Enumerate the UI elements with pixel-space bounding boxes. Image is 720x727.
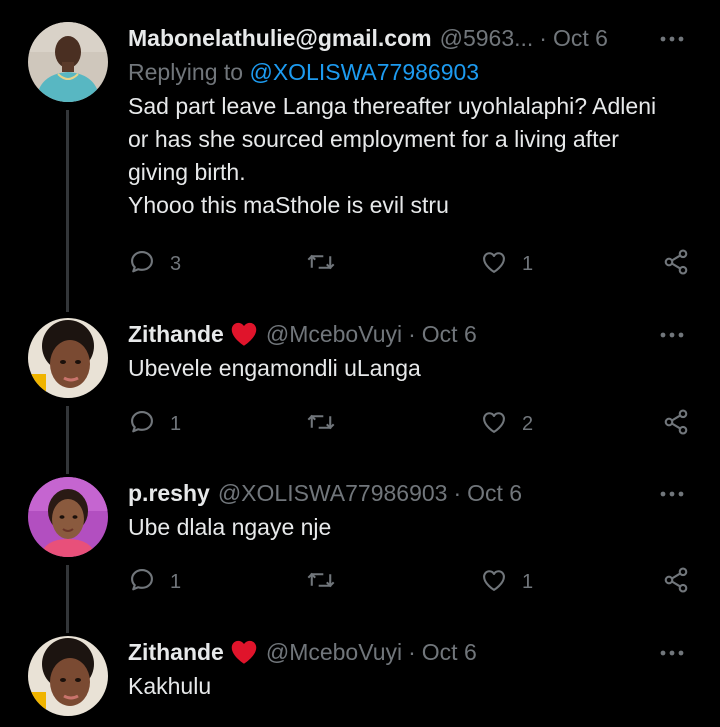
tweet-text: Kakhulu: [128, 673, 212, 699]
separator-dot: ·: [408, 639, 416, 665]
heart-outline-icon: [480, 566, 508, 599]
replying-label: Replying to: [128, 59, 250, 85]
reply-bubble-icon: [128, 408, 156, 441]
like-button[interactable]: 2: [480, 406, 533, 442]
user-handle[interactable]: @MceboVuyi: [266, 318, 402, 350]
reply-count: 3: [170, 252, 182, 275]
thread-line: [66, 406, 69, 474]
reply-button[interactable]: 3: [128, 246, 181, 282]
retweet-button[interactable]: [306, 406, 350, 442]
reply-count: 1: [170, 412, 182, 435]
retweet-icon: [306, 248, 336, 281]
more-options-button[interactable]: [652, 318, 692, 350]
reply-button[interactable]: 1: [128, 564, 181, 600]
display-name[interactable]: p.reshy: [128, 477, 210, 509]
like-button[interactable]: 1: [480, 564, 533, 600]
like-count: 2: [522, 412, 534, 435]
avatar[interactable]: [28, 22, 108, 102]
more-horizontal-icon: [660, 325, 684, 343]
display-name[interactable]: Zithande: [128, 318, 224, 350]
user-handle[interactable]: @5963...: [440, 22, 534, 54]
separator-dot: ·: [408, 321, 416, 347]
more-horizontal-icon: [660, 29, 684, 47]
red-heart-icon: [230, 321, 258, 347]
tweet-text: Sad part leave Langa thereafter uyohlala…: [128, 93, 657, 218]
tweet-date[interactable]: Oct 6: [422, 636, 477, 668]
retweet-button[interactable]: [306, 564, 350, 600]
heart-outline-icon: [480, 408, 508, 441]
avatar[interactable]: [28, 636, 108, 716]
share-button[interactable]: [662, 564, 690, 600]
like-count: 1: [522, 570, 534, 593]
avatar[interactable]: [28, 477, 108, 557]
tweet-date[interactable]: Oct 6: [553, 22, 608, 54]
avatar[interactable]: [28, 318, 108, 398]
reply-count: 1: [170, 570, 182, 593]
more-horizontal-icon: [660, 484, 684, 502]
retweet-button[interactable]: [306, 246, 350, 282]
thread-line: [66, 565, 69, 633]
share-icon: [662, 566, 690, 599]
reply-bubble-icon: [128, 566, 156, 599]
mention-link[interactable]: @XOLISWA77986903: [249, 59, 479, 85]
more-options-button[interactable]: [652, 22, 692, 54]
share-button[interactable]: [662, 246, 690, 282]
replying-to: Replying to @XOLISWA77986903: [128, 56, 696, 88]
tweet-date[interactable]: Oct 6: [422, 318, 477, 350]
share-icon: [662, 408, 690, 441]
reply-thread: Mabonelathulie@gmail.com @5963... · Oct …: [0, 0, 720, 727]
display-name[interactable]: Zithande: [128, 636, 224, 668]
separator-dot: ·: [539, 25, 547, 51]
separator-dot: ·: [453, 480, 462, 506]
heart-outline-icon: [480, 248, 508, 281]
tweet-text: Ubevele engamondli uLanga: [128, 355, 421, 381]
more-horizontal-icon: [660, 643, 684, 661]
retweet-icon: [306, 566, 336, 599]
user-handle[interactable]: @MceboVuyi: [266, 636, 402, 668]
share-icon: [662, 248, 690, 281]
reply-bubble-icon: [128, 248, 156, 281]
tweet-text: Ube dlala ngaye nje: [128, 514, 332, 540]
share-button[interactable]: [662, 406, 690, 442]
retweet-icon: [306, 408, 336, 441]
red-heart-icon: [230, 639, 258, 665]
display-name[interactable]: Mabonelathulie@gmail.com: [128, 22, 432, 54]
thread-line: [66, 110, 69, 312]
user-handle[interactable]: @XOLISWA77986903: [218, 477, 448, 509]
tweet-date[interactable]: Oct 6: [467, 477, 522, 509]
like-count: 1: [522, 252, 534, 275]
like-button[interactable]: 1: [480, 246, 533, 282]
reply-button[interactable]: 1: [128, 406, 181, 442]
more-options-button[interactable]: [652, 477, 692, 509]
more-options-button[interactable]: [652, 636, 692, 668]
